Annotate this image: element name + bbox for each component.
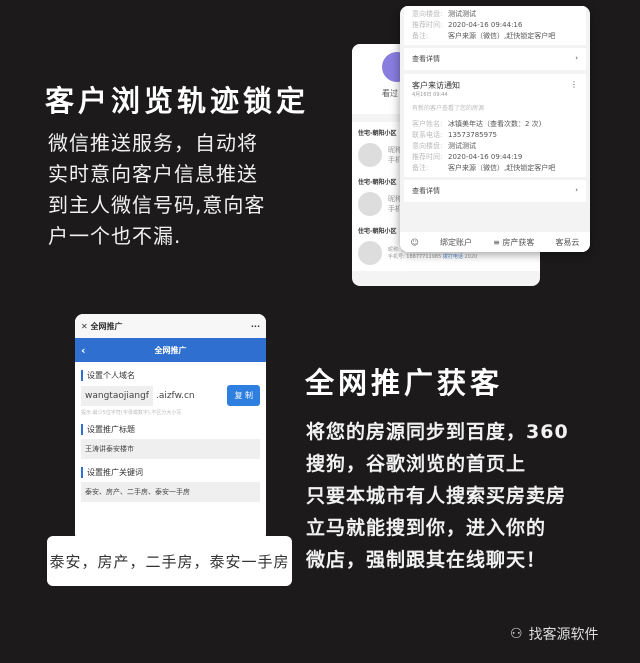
view-details-link[interactable]: 查看详情 › (404, 180, 586, 202)
section-title: 设置推广标题 (81, 424, 260, 435)
promotion-phone: ✕ 全网推广 ··· ‹ 全网推广 设置个人域名 wangtaojiangf .ai… (75, 314, 266, 542)
tab-property-leads[interactable]: ≡ 房产获客 (493, 237, 534, 248)
wechat-icon: ⚇ (510, 626, 523, 642)
title-input[interactable]: 王涛讲泰安楼市 (81, 439, 260, 459)
section2-text: 将您的房源同步到百度，360 搜狗，谷歌浏览的首页上 只要本城市有人搜索买房卖房 立马… (306, 421, 569, 571)
avatar (358, 241, 382, 265)
domain-input[interactable]: wangtaojiangf (81, 385, 153, 406)
line: 实时意向客户信息推送 (48, 162, 258, 186)
keywords-input[interactable]: 泰安、房产、二手房、泰安一手房 (81, 482, 260, 502)
tab-bind-account[interactable]: 绑定账户 (440, 237, 472, 248)
section-domain: 设置个人域名 (81, 370, 260, 381)
line: 微信推送服务，自动将 (48, 131, 258, 155)
more-icon[interactable]: ··· (251, 322, 260, 331)
keywords-highlight: 泰安，房产，二手房，泰安一手房 (47, 536, 292, 586)
more-icon[interactable]: ⋮ (570, 80, 578, 91)
watermark: ⚇ 找客源软件 (510, 626, 599, 643)
visited-label: 看过 (382, 89, 398, 98)
notice-title: 客户来访通知 (412, 81, 460, 90)
section-keywords: 设置推广关键词 (81, 467, 260, 478)
tab-bar: ☺ 绑定账户 ≡ 房产获客 客易云 (400, 232, 590, 252)
line: 户一个也不漏. (48, 224, 182, 248)
line: 到主人微信号码,意向客 (48, 193, 266, 217)
section1-title: 客户浏览轨迹锁定 (45, 84, 310, 118)
tab-keyiyun[interactable]: 客易云 (555, 237, 579, 248)
section1-text: 微信推送服务，自动将 实时意向客户信息推送 到主人微信号码,意向客 户一个也不漏… (48, 128, 265, 252)
back-icon[interactable]: ‹ (81, 344, 86, 357)
view-details-link[interactable]: 查看详情 › (404, 48, 586, 70)
keyboard-icon[interactable]: ☺ (411, 238, 419, 247)
notification-card: 意向楼盘: 测试测试 推荐时间: 2020-04-16 09:44:16 备注: 客户… (400, 6, 590, 252)
avatar (358, 143, 382, 167)
avatar (358, 192, 382, 216)
copy-button[interactable]: 复 制 (227, 385, 260, 406)
close-icon[interactable]: ✕ (81, 322, 88, 331)
section2-title: 全网推广获客 (305, 366, 504, 400)
